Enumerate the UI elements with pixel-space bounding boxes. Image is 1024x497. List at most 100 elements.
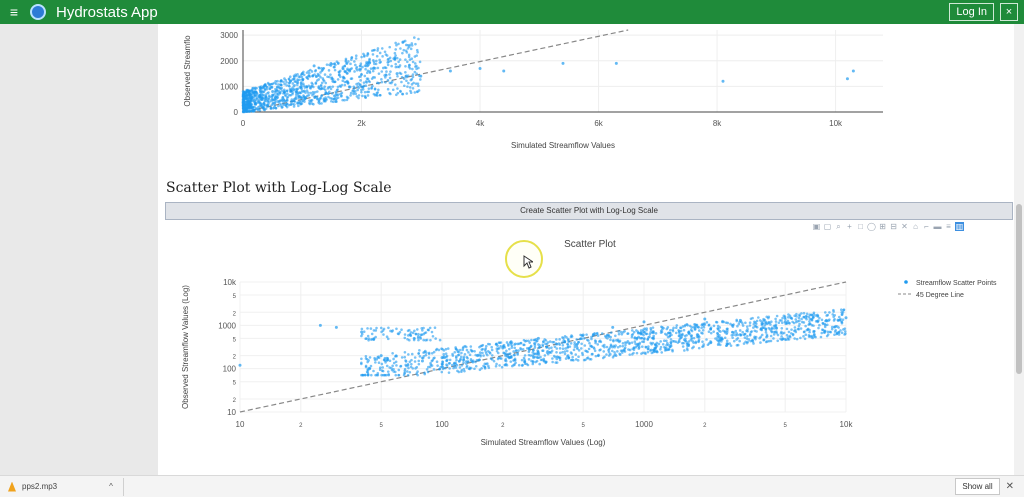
scatter-point [324,96,327,99]
plot-area-1: 0 2k 4k 6k 8k 10k 0 1000 2000 3000 Simulated Strea… [183,29,883,150]
scatter-point [288,75,292,79]
chevron-up-icon[interactable]: ^ [109,482,113,491]
x-axis-title: Simulated Streamflow Values [511,141,615,150]
scatter-point [422,326,425,330]
scatter-point [374,59,378,63]
scatter-point [281,103,285,106]
lasso-icon[interactable]: ◯ [867,222,876,231]
scatter-point [418,60,422,64]
scatter-point [808,334,812,338]
scatter-point [623,341,627,344]
autoscale-icon[interactable]: ✕ [900,222,909,231]
mouse-pointer-icon [523,255,533,269]
scatter-point [732,333,735,337]
scatter-point [350,77,354,80]
download-bar-close-icon[interactable]: ✕ [1006,481,1014,492]
login-button[interactable]: Log In [949,3,994,21]
scatter-point [567,340,570,344]
scatter-point [324,99,327,103]
x-tick-label: 10k [840,420,854,429]
scatter-point [487,364,490,368]
zoom-in-icon[interactable]: ⊞ [878,222,887,231]
scatter-point [400,356,404,359]
scrollbar[interactable] [1014,24,1024,475]
scatter-point [579,337,583,340]
scatter-point [496,351,500,355]
scatter-point [416,370,419,373]
scatter-point [512,350,515,353]
scatter-point [386,78,390,82]
scatter-point [395,364,398,367]
scatter-point [299,102,303,106]
scatter-point [405,370,409,373]
scatter-point [329,61,333,65]
create-scatter-log-button[interactable]: Create Scatter Plot with Log-Log Scale [165,202,1013,220]
scatter-point [370,77,374,80]
close-button[interactable]: × [1000,3,1018,21]
y-tick-label: 5 [233,294,237,300]
box-select-icon[interactable]: □ [856,222,865,231]
zoom-out-icon[interactable]: ⊟ [889,222,898,231]
scatter-point [256,101,260,104]
download-file-name[interactable]: pps2.mp3 [22,482,57,491]
scatter-plot-linear[interactable]: 0 2k 4k 6k 8k 10k 0 1000 2000 3000 Simulated Strea… [158,24,898,164]
scatter-point [337,70,341,74]
scatter-point [654,332,658,335]
scatter-point [512,353,516,357]
scatter-point [529,354,532,357]
scatter-point [431,335,435,338]
scatter-point [797,316,801,320]
scatter-point [312,103,315,106]
reset-axes-icon[interactable]: ⌂ [911,222,920,231]
scatter-point [439,365,442,369]
scatter-point [399,72,403,76]
scatter-point [671,348,674,352]
scatter-point [594,341,597,345]
scatter-point [290,86,294,90]
scatter-point [243,97,247,100]
scrollbar-thumb[interactable] [1016,204,1022,374]
scatter-point [311,93,314,97]
scatter-point [843,333,846,336]
pan-icon[interactable]: + [845,222,854,231]
camera-icon[interactable]: ▣ [812,222,821,231]
scatter-point [830,325,834,329]
scatter-plot-log[interactable]: 1010 2 2 5 5 100 100 2 2 5 5 1000 1000 2 2 5 5 10k 10k Scat… [158,232,1014,457]
scatter-point [805,312,809,316]
scatter-point [721,320,724,324]
save-icon[interactable]: ▢ [823,222,832,231]
zoom-icon[interactable]: ⌕ [834,222,843,231]
scatter-point [450,363,454,367]
scatter-point [378,366,382,370]
scatter-point [660,351,664,354]
scatter-point [417,338,420,342]
scatter-point [366,327,369,330]
show-all-button[interactable]: Show all [955,478,1000,495]
hover-compare-icon[interactable]: ≡ [944,222,953,231]
scatter-point [509,360,513,363]
scatter-point [412,337,416,340]
scatter-point [553,345,557,349]
scatter-point [817,326,820,330]
scatter-point [565,336,568,339]
scatter-point [531,360,535,364]
scatter-point [386,358,390,361]
x-tick-label: 10 [236,420,245,429]
scatter-point [748,321,752,325]
hamburger-icon[interactable]: ≡ [4,4,24,20]
scatter-point [642,340,646,344]
scatter-point [833,333,836,336]
scatter-point [605,345,609,349]
scatter-point [732,331,736,334]
plotly-logo-icon[interactable]: ▥ [955,222,964,231]
scatter-point [391,88,395,92]
scatter-point [413,356,417,359]
scatter-point [320,102,323,105]
hover-closest-icon[interactable]: ▬ [933,222,942,231]
scatter-point [845,77,849,81]
scatter-point [494,343,498,346]
scatter-point [795,337,799,341]
spike-icon[interactable]: ⌐ [922,222,931,231]
scatter-point [583,344,587,347]
scatter-point [371,66,375,70]
